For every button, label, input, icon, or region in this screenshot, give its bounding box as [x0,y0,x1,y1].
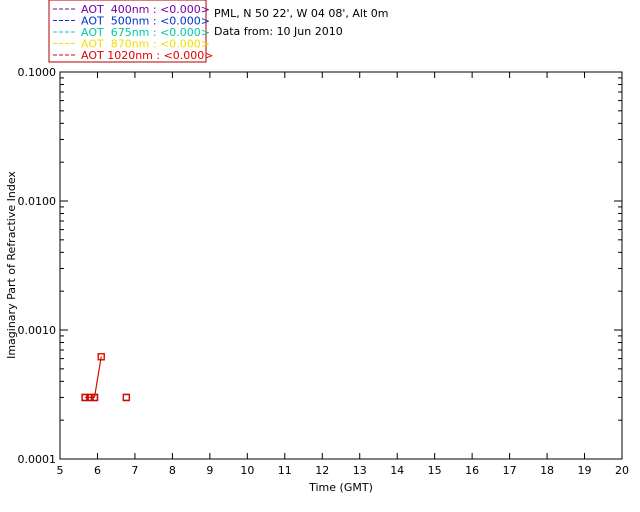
x-axis-label: Time (GMT) [308,481,373,494]
series-line [93,356,102,398]
data-point [122,393,130,402]
date-info: Data from: 10 Jun 2010 [214,25,343,38]
y-tick-label: 0.0010 [18,324,57,337]
x-tick-label: 10 [240,464,254,477]
x-tick-label: 6 [94,464,101,477]
x-tick-label: 9 [206,464,213,477]
series [81,353,130,402]
x-tick-label: 5 [57,464,64,477]
x-tick-label: 14 [390,464,404,477]
series [81,353,130,402]
y-axis-label: Imaginary Part of Refractive Index [5,171,18,359]
x-tick-label: 17 [503,464,517,477]
y-tick-label: 0.0100 [18,195,57,208]
series [81,353,130,402]
x-tick-label: 20 [615,464,629,477]
x-tick-label: 19 [578,464,592,477]
x-tick-label: 18 [540,464,554,477]
chart: AOT 400nm : <0.000>AOT 500nm : <0.000>AO… [5,0,629,494]
x-tick-label: 12 [315,464,329,477]
x-tick-label: 7 [131,464,138,477]
y-tick-label: 0.0001 [18,453,57,466]
x-tick-label: 16 [465,464,479,477]
x-tick-label: 11 [278,464,292,477]
data-point [122,393,130,402]
data-point [122,393,130,402]
data-point [122,393,130,402]
series [81,353,130,402]
series [81,353,130,402]
y-axis: 0.1000 0.0100 0.0010 0.0001 [18,66,622,466]
x-tick-label: 15 [428,464,442,477]
x-axis: 5 6 7 8 9 10 11 12 13 14 15 16 17 18 19 20 [57,72,629,477]
data-point [122,393,130,402]
x-tick-label: 8 [169,464,176,477]
plot-area [59,71,623,460]
y-tick-label: 0.1000 [18,66,57,79]
data-series [81,353,130,402]
legend-label: AOT 1020nm : <0.000> [81,49,214,62]
x-tick-label: 13 [353,464,367,477]
station-info: PML, N 50 22', W 04 08', Alt 0m [214,7,388,20]
